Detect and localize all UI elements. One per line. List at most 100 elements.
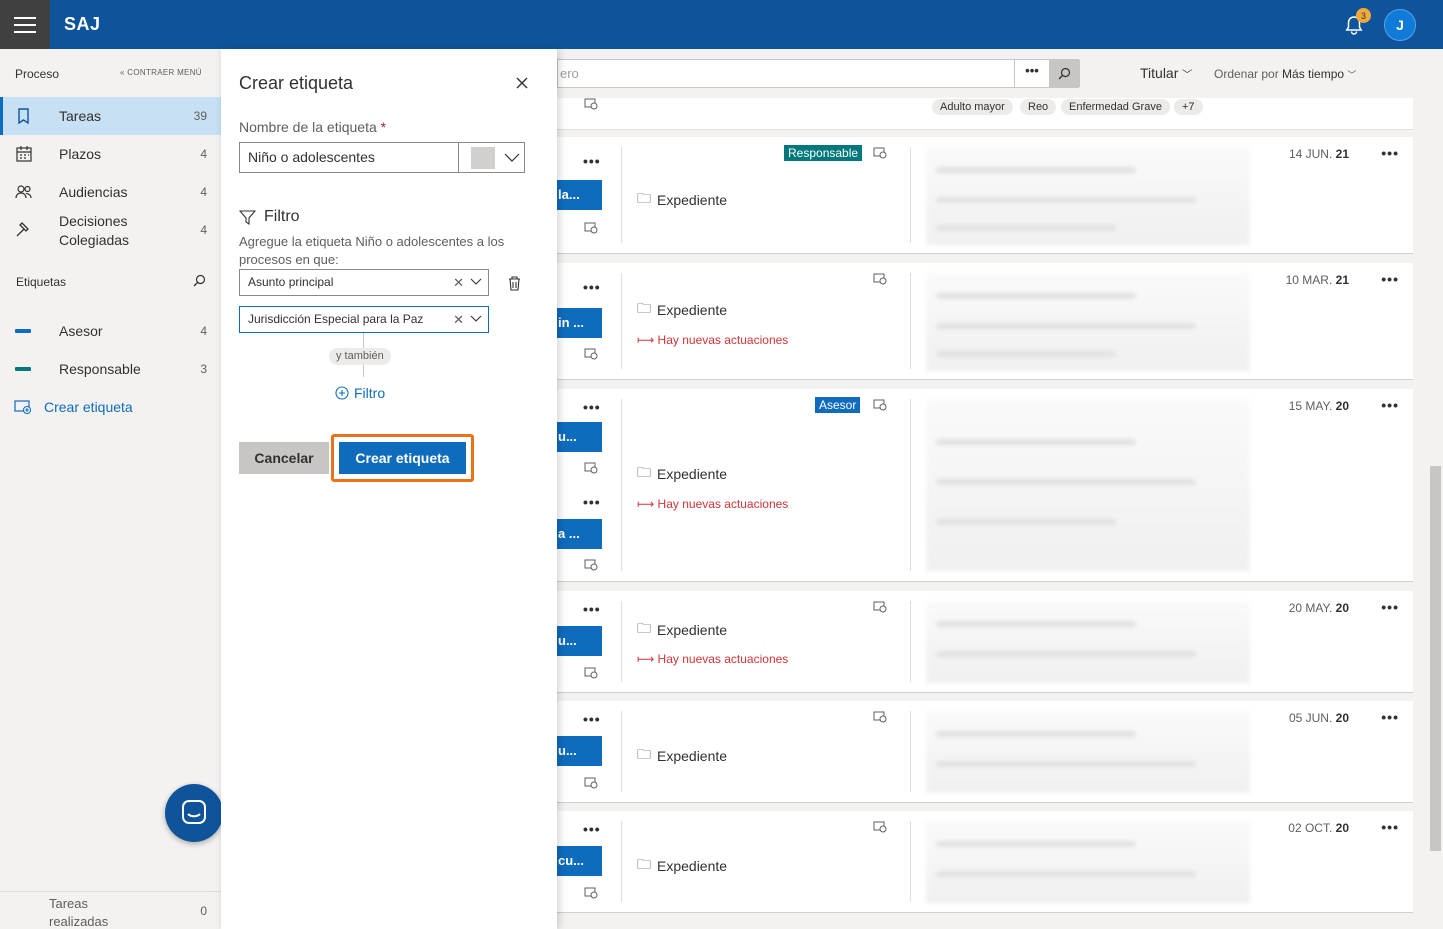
add-filter-button[interactable]: Filtro bbox=[335, 385, 385, 401]
sidebar-item-plazos[interactable]: Plazos 4 bbox=[0, 135, 221, 173]
sidebar-item-audiencias[interactable]: Audiencias 4 bbox=[0, 173, 221, 211]
add-tag-icon[interactable] bbox=[584, 348, 598, 360]
divider bbox=[621, 147, 622, 243]
row-date: 15 MAY. 20 bbox=[1288, 399, 1349, 413]
tag-button[interactable]: la... bbox=[557, 180, 602, 210]
add-tag-icon[interactable] bbox=[584, 887, 598, 899]
divider bbox=[621, 399, 622, 571]
expediente-link[interactable]: 🗀 Expediente bbox=[637, 462, 727, 486]
expediente-link[interactable]: 🗀 Expediente bbox=[637, 854, 727, 878]
row-menu-button[interactable]: ••• bbox=[583, 279, 601, 295]
search-input[interactable]: ero bbox=[560, 66, 579, 81]
row-menu-button[interactable]: ••• bbox=[1381, 271, 1399, 287]
create-tag-panel: Crear etiqueta Nombre de la etiqueta * N… bbox=[221, 49, 557, 929]
row-menu-button[interactable]: ••• bbox=[1381, 709, 1399, 725]
expediente-link[interactable]: 🗀 Expediente bbox=[637, 744, 727, 768]
add-tag-icon[interactable] bbox=[584, 777, 598, 789]
notification-count: 3 bbox=[1356, 8, 1371, 23]
sidebar-footer[interactable]: Tareas realizadas 0 bbox=[0, 891, 221, 929]
order-dropdown[interactable]: Ordenar por Más tiempo ﹀ bbox=[1214, 67, 1356, 81]
vertical-scrollbar[interactable] bbox=[1428, 98, 1443, 929]
add-tag-icon[interactable] bbox=[584, 222, 598, 234]
row-date: 10 MAR. 21 bbox=[1285, 273, 1349, 287]
clear-icon[interactable]: ✕ bbox=[453, 307, 464, 332]
tag-button[interactable]: a ... bbox=[557, 519, 602, 549]
expediente-label: Expediente bbox=[657, 192, 728, 208]
search-box[interactable]: ero ••• bbox=[557, 59, 1080, 88]
row-menu-button[interactable]: ••• bbox=[1381, 819, 1399, 835]
row-menu-button[interactable]: ••• bbox=[583, 601, 601, 617]
sidebar-item-tareas[interactable]: Tareas 39 bbox=[0, 97, 221, 135]
row-menu-button[interactable]: ••• bbox=[1381, 145, 1399, 161]
create-tag-link[interactable]: Crear etiqueta bbox=[14, 399, 133, 415]
row-menu-button[interactable]: ••• bbox=[583, 399, 601, 415]
list-row[interactable]: ••• u... 🗀 Expediente ⟼ Hay nuevas actuac… bbox=[557, 591, 1413, 693]
sort-field-dropdown[interactable]: Titular ﹀ bbox=[1140, 65, 1192, 81]
filter-select-2[interactable]: Jurisdicción Especial para la Paz ✕ bbox=[239, 306, 489, 333]
row-menu-button[interactable]: ••• bbox=[583, 821, 601, 837]
expediente-link[interactable]: 🗀 Expediente bbox=[637, 298, 727, 322]
scrollbar-thumb[interactable] bbox=[1430, 466, 1441, 851]
chat-button[interactable] bbox=[165, 784, 223, 842]
filter-section-title: Filtro bbox=[239, 208, 300, 226]
new-actions-notice[interactable]: ⟼ Hay nuevas actuaciones bbox=[637, 497, 788, 511]
row-menu-button[interactable]: ••• bbox=[583, 711, 601, 727]
clear-icon[interactable]: ✕ bbox=[453, 270, 464, 295]
list-row[interactable]: ••• in ... 🗀 Expediente ⟼ Hay nuevas actu… bbox=[557, 263, 1413, 380]
search-button[interactable] bbox=[1049, 60, 1080, 87]
add-tag-icon bbox=[584, 98, 598, 110]
row-menu-button[interactable]: ••• bbox=[583, 153, 601, 169]
tag-button[interactable]: u... bbox=[557, 626, 602, 656]
row-menu-button[interactable]: ••• bbox=[1381, 599, 1399, 615]
row-date: 05 JUN. 20 bbox=[1288, 711, 1349, 725]
completed-tasks-count: 0 bbox=[200, 904, 207, 918]
add-tag-icon[interactable] bbox=[873, 399, 887, 411]
row-menu-button[interactable]: ••• bbox=[583, 494, 601, 510]
list-row[interactable]: ••• la... Responsable 🗀 Expediente 14 JUN… bbox=[557, 137, 1413, 254]
list-row-partial[interactable]: Adulto mayor Reo Enfermedad Grave +7 bbox=[557, 98, 1413, 130]
tag-button[interactable]: u... bbox=[557, 422, 602, 452]
sidebar-item-decisiones[interactable]: Decisiones Colegiadas 4 bbox=[0, 211, 221, 249]
create-tag-button[interactable]: Crear etiqueta bbox=[339, 442, 466, 474]
new-actions-notice[interactable]: ⟼ Hay nuevas actuaciones bbox=[637, 652, 788, 666]
add-tag-icon[interactable] bbox=[873, 821, 887, 833]
add-tag-icon[interactable] bbox=[873, 273, 887, 285]
add-tag-icon[interactable] bbox=[873, 601, 887, 613]
filter-select-1[interactable]: Asunto principal ✕ bbox=[239, 269, 489, 296]
status-badge: Responsable bbox=[784, 145, 863, 161]
sidebar-tag-responsable[interactable]: Responsable 3 bbox=[0, 350, 221, 388]
row-date: 14 JUN. 21 bbox=[1288, 147, 1349, 161]
tag-button[interactable]: cu... bbox=[557, 846, 602, 876]
tag-button[interactable]: u... bbox=[557, 736, 602, 766]
tags-header: Etiquetas bbox=[16, 275, 67, 289]
new-actions-notice[interactable]: ⟼ Hay nuevas actuaciones bbox=[637, 333, 788, 347]
cancel-button[interactable]: Cancelar bbox=[239, 442, 329, 474]
sidebar-tag-asesor[interactable]: Asesor 4 bbox=[0, 312, 221, 350]
search-icon[interactable] bbox=[193, 274, 206, 287]
expediente-link[interactable]: 🗀 Expediente bbox=[637, 618, 727, 642]
expediente-link[interactable]: 🗀 Expediente bbox=[637, 188, 727, 212]
divider bbox=[910, 399, 911, 571]
menu-button[interactable] bbox=[0, 0, 50, 49]
add-tag-icon[interactable] bbox=[584, 667, 598, 679]
add-tag-icon[interactable] bbox=[873, 147, 887, 159]
list-row[interactable]: ••• u... ••• a ... Asesor 🗀 Expediente ⟼ … bbox=[557, 389, 1413, 582]
divider bbox=[621, 273, 622, 369]
add-tag-icon[interactable] bbox=[873, 711, 887, 723]
tag-chip: Adulto mayor bbox=[932, 99, 1013, 115]
row-menu-button[interactable]: ••• bbox=[1381, 397, 1399, 413]
add-tag-icon[interactable] bbox=[584, 559, 598, 571]
collapse-menu-button[interactable]: « CONTRAER MENÚ bbox=[120, 68, 202, 77]
trash-icon[interactable] bbox=[508, 276, 521, 291]
list-row[interactable]: ••• cu... 🗀 Expediente 02 OCT. 20 ••• bbox=[557, 811, 1413, 913]
main-content: ero ••• Titular ﹀ Ordenar por Más tiempo… bbox=[557, 49, 1443, 929]
sort-field-label: Titular bbox=[1140, 65, 1179, 81]
tag-name-input[interactable]: Niño o adolescentes bbox=[239, 142, 459, 173]
color-picker[interactable] bbox=[458, 142, 525, 173]
search-options-button[interactable]: ••• bbox=[1014, 60, 1049, 87]
close-icon[interactable] bbox=[514, 75, 530, 91]
user-avatar[interactable]: J bbox=[1384, 9, 1416, 41]
add-tag-icon[interactable] bbox=[584, 462, 598, 474]
list-row[interactable]: ••• u... 🗀 Expediente 05 JUN. 20 ••• bbox=[557, 701, 1413, 803]
tag-button[interactable]: in ... bbox=[557, 308, 602, 338]
